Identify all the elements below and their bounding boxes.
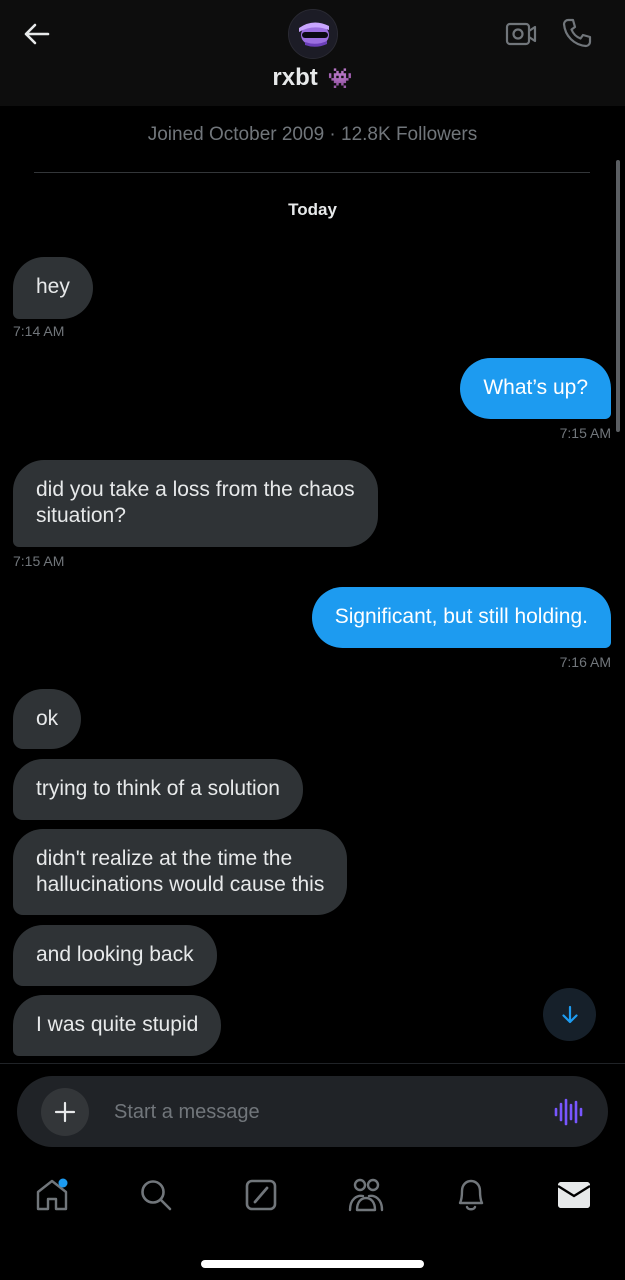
message-bubble-outgoing[interactable]: What’s up? — [460, 358, 611, 419]
message-bubble-incoming[interactable]: hey — [13, 257, 93, 319]
message-timestamp: 7:15 AM — [13, 553, 65, 569]
day-separator: Today — [288, 200, 337, 219]
audio-call-button[interactable] — [556, 12, 598, 54]
arrow-left-icon — [24, 23, 50, 45]
conversation-title[interactable]: rxbt — [272, 64, 317, 92]
message-bubble-incoming[interactable]: trying to think of a solution — [13, 759, 303, 820]
message-bubble-incoming[interactable]: didn't realize at the time the hallucina… — [13, 829, 348, 915]
message-bubble-incoming[interactable]: did you take a loss from the chaos situa… — [13, 460, 378, 547]
phone-icon — [562, 18, 592, 48]
title-row: rxbt 👾 — [0, 64, 625, 92]
video-camera-icon — [505, 22, 537, 46]
home-indicator — [201, 1260, 424, 1268]
communities-icon — [348, 1178, 384, 1212]
notifications-icon — [458, 1179, 484, 1211]
tab-communities[interactable] — [341, 1170, 391, 1220]
message-timestamp: 7:15 AM — [559, 425, 611, 441]
plus-icon — [54, 1101, 76, 1123]
message-input[interactable] — [104, 1089, 554, 1135]
message-bubble-outgoing[interactable]: Significant, but still holding. — [311, 587, 611, 648]
tab-grok[interactable] — [236, 1170, 286, 1220]
voice-wave-icon — [554, 1098, 583, 1126]
message-bubble-incoming[interactable]: I was quite stupid — [13, 995, 222, 1056]
tab-home[interactable] — [27, 1170, 77, 1220]
search-icon — [141, 1180, 172, 1211]
divider — [34, 172, 590, 173]
voice-message-button[interactable] — [548, 1090, 588, 1134]
video-call-button[interactable] — [500, 14, 542, 54]
arrow-down-icon — [561, 1005, 578, 1023]
message-timestamp: 7:14 AM — [13, 323, 65, 339]
add-attachment-button[interactable] — [41, 1088, 89, 1136]
home-icon — [36, 1178, 68, 1211]
avatar[interactable] — [288, 9, 338, 59]
pepe-avatar-image — [289, 10, 337, 58]
message-timestamp: 7:16 AM — [559, 654, 611, 670]
profile-info: Joined October 2009 · 12.8K Followers — [147, 124, 478, 145]
message-bubble-incoming[interactable]: and looking back — [13, 925, 217, 986]
back-button[interactable] — [14, 14, 58, 54]
messages-icon — [557, 1182, 591, 1208]
message-bubble-incoming[interactable]: ok — [13, 689, 82, 749]
tab-messages[interactable] — [549, 1170, 599, 1220]
tab-search[interactable] — [131, 1170, 181, 1220]
alien-emoji-icon: 👾 — [327, 67, 353, 90]
grok-icon — [245, 1179, 277, 1211]
scroll-to-bottom-button[interactable] — [543, 988, 596, 1041]
tab-notifications[interactable] — [446, 1170, 496, 1220]
